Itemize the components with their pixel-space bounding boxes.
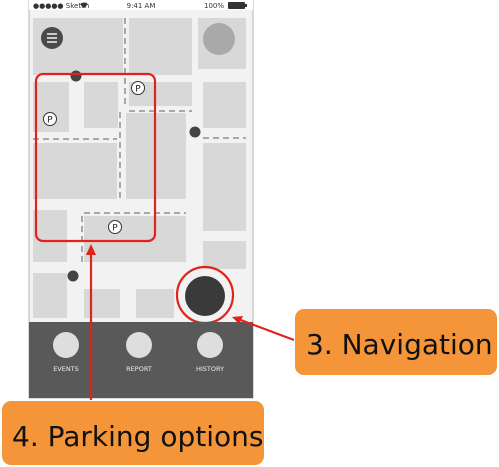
location-dot[interactable] <box>67 270 79 282</box>
city-block <box>203 241 246 269</box>
parking-marker[interactable]: P <box>43 112 57 126</box>
parking-symbol: P <box>112 224 118 234</box>
tab-history[interactable]: HISTORY <box>196 332 224 373</box>
tab-events[interactable]: EVENTS <box>53 332 79 373</box>
city-block <box>33 210 67 262</box>
menu-button[interactable] <box>41 27 63 49</box>
avatar[interactable] <box>203 23 235 55</box>
tab-report[interactable]: REPORT <box>126 332 152 373</box>
parking-symbol: P <box>135 85 141 95</box>
status-bar: ●●●●● Sketch 9:41 AM 100% <box>29 0 253 10</box>
carrier-text: ●●●●● Sketch <box>33 2 89 10</box>
city-block <box>84 216 186 262</box>
parking-marker[interactable]: P <box>108 220 122 234</box>
events-icon <box>53 332 79 358</box>
battery-text: 100% <box>204 2 224 10</box>
navigation-callout-text: 3. Navigation <box>306 328 493 361</box>
city-block <box>203 143 246 231</box>
tab-history-label: HISTORY <box>196 365 224 373</box>
history-icon <box>197 332 223 358</box>
navigation-callout: 3. Navigation <box>295 309 497 375</box>
city-block <box>129 18 192 75</box>
city-block <box>33 273 67 318</box>
tab-report-label: REPORT <box>126 365 152 373</box>
tab-bar: EVENTS REPORT HISTORY <box>29 322 253 398</box>
city-block <box>84 82 118 128</box>
report-icon <box>126 332 152 358</box>
city-block <box>84 289 120 318</box>
status-time: 9:41 AM <box>127 2 156 10</box>
location-dot[interactable] <box>70 70 82 82</box>
parking-callout-text: 4. Parking options <box>12 420 263 453</box>
parking-marker[interactable]: P <box>131 81 145 95</box>
city-block <box>136 289 174 318</box>
parking-callout: 4. Parking options <box>2 401 264 465</box>
city-block <box>33 143 117 199</box>
parking-symbol: P <box>47 116 53 126</box>
tab-events-label: EVENTS <box>53 365 79 373</box>
city-block <box>203 82 246 128</box>
location-dot[interactable] <box>189 126 201 138</box>
navigation-button[interactable] <box>185 276 225 316</box>
battery-icon <box>228 2 247 9</box>
